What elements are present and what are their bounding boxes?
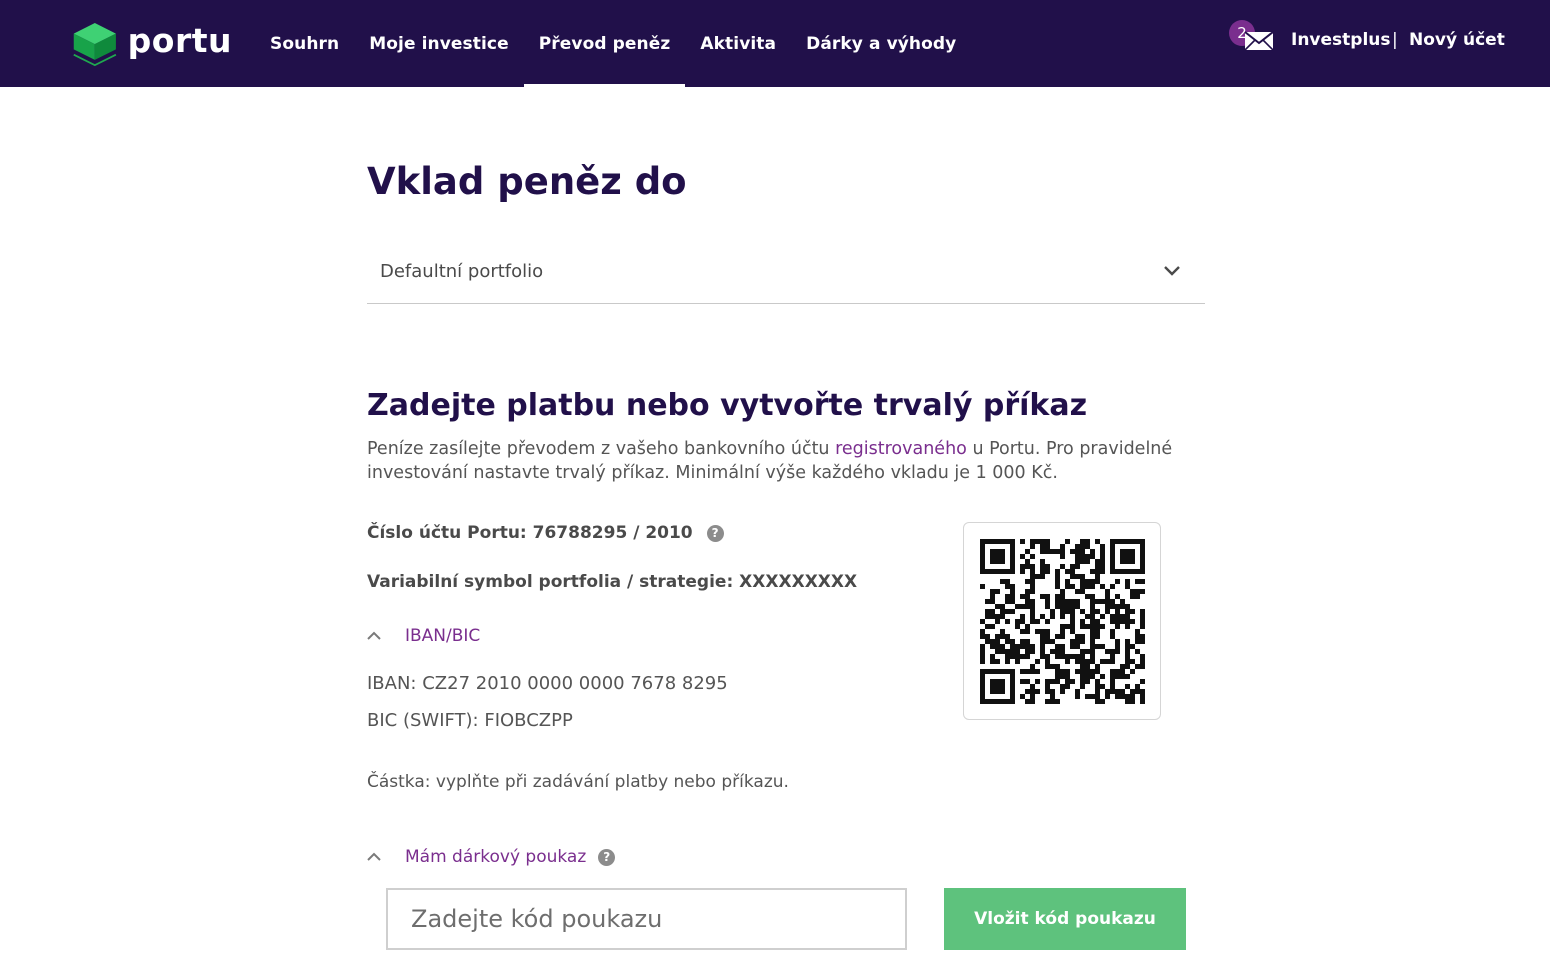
qr-code-image xyxy=(980,539,1145,704)
nav-souhrn[interactable]: Souhrn xyxy=(255,0,354,87)
account-name-link[interactable]: Investplus xyxy=(1291,30,1391,50)
nav-aktivita[interactable]: Aktivita xyxy=(685,0,791,87)
main-nav: Souhrn Moje investice Převod peněz Aktiv… xyxy=(255,0,971,87)
bic-value: BIC (SWIFT): FIOBCZPP xyxy=(367,710,573,731)
gift-voucher-toggle-label: Mám dárkový poukaz xyxy=(405,847,587,867)
mail-icon xyxy=(1244,31,1274,51)
chevron-up-icon xyxy=(367,852,381,861)
iban-value: IBAN: CZ27 2010 0000 0000 7678 8295 xyxy=(367,673,728,694)
logo-text: portu xyxy=(127,20,232,60)
portfolio-select-value: Defaultní portfolio xyxy=(380,261,544,282)
page-title: Vklad peněz do xyxy=(367,160,687,203)
amount-note: Částka: vyplňte při zadávání platby nebo… xyxy=(367,772,789,792)
new-account-link[interactable]: Nový účet xyxy=(1409,30,1505,50)
description-text-start: Peníze zasílejte převodem z vašeho banko… xyxy=(367,439,836,459)
account-number: Číslo účtu Portu: 76788295 / 2010 xyxy=(367,523,693,543)
iban-bic-toggle[interactable]: IBAN/BIC xyxy=(367,626,480,646)
gift-voucher-help-icon[interactable]: ? xyxy=(598,848,616,866)
logo-cube-icon xyxy=(73,23,117,67)
iban-bic-toggle-label: IBAN/BIC xyxy=(405,626,481,646)
apply-voucher-button[interactable]: Vložit kód poukazu xyxy=(944,888,1186,950)
nav-prevod-penez[interactable]: Převod peněz xyxy=(523,0,686,87)
registered-account-link[interactable]: registrovaného xyxy=(835,439,967,459)
payment-description: Peníze zasílejte převodem z vašeho banko… xyxy=(367,437,1227,485)
top-navigation-bar: portu Souhrn Moje investice Převod peněz… xyxy=(0,0,1550,87)
nav-moje-investice[interactable]: Moje investice xyxy=(354,0,524,87)
portfolio-select[interactable]: Defaultní portfolio xyxy=(367,245,1205,304)
nav-darky-a-vyhody[interactable]: Dárky a výhody xyxy=(791,0,971,87)
account-number-help-icon[interactable]: ? xyxy=(706,524,724,542)
header-separator: | xyxy=(1392,30,1398,50)
section-title: Zadejte platbu nebo vytvořte trvalý přík… xyxy=(367,388,1088,423)
account-number-row: Číslo účtu Portu: 76788295 / 2010 ? xyxy=(367,523,724,543)
portu-logo[interactable]: portu xyxy=(72,18,232,72)
chevron-up-icon xyxy=(367,631,381,640)
gift-voucher-toggle[interactable]: Mám dárkový poukaz ? xyxy=(367,847,616,867)
messages-button[interactable]: 2 xyxy=(1229,20,1275,56)
variable-symbol: Variabilní symbol portfolia / strategie:… xyxy=(367,572,858,592)
voucher-code-input[interactable] xyxy=(386,888,907,950)
chevron-down-icon xyxy=(1164,266,1180,276)
payment-qr-code xyxy=(963,522,1161,720)
